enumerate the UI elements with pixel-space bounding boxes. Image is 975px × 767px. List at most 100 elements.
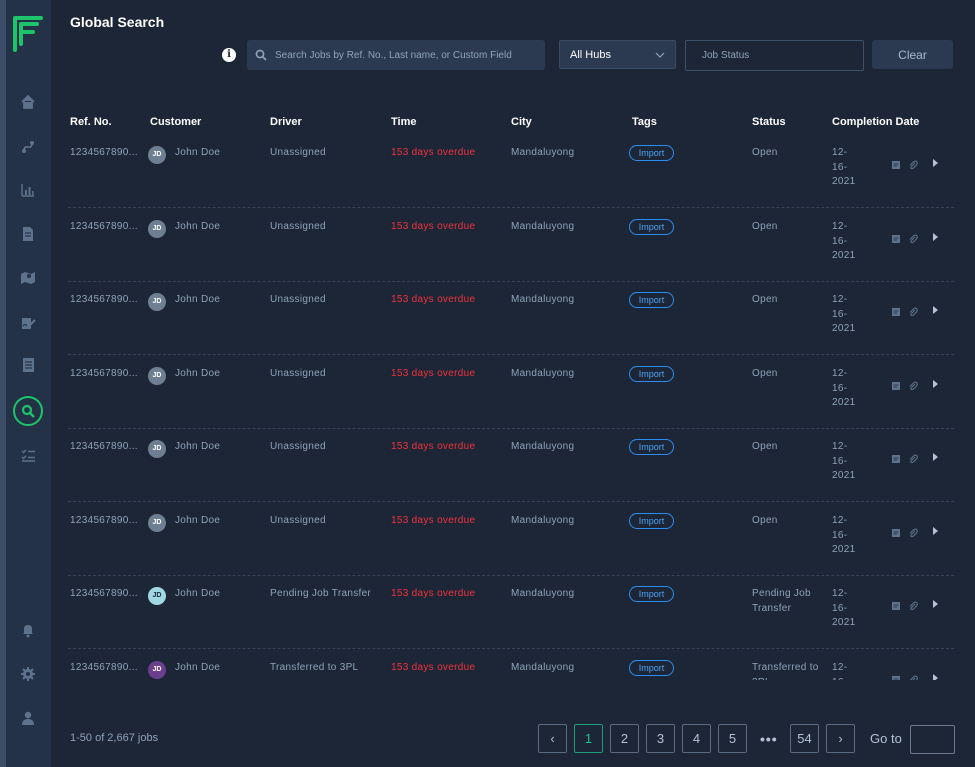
play-icon[interactable] bbox=[930, 232, 940, 242]
document-icon[interactable] bbox=[18, 224, 38, 244]
driver-cell: Pending Job Transfer bbox=[270, 588, 372, 599]
page-2-button[interactable]: 2 bbox=[610, 724, 639, 753]
results-count: 1-50 of 2,667 jobs bbox=[70, 732, 159, 744]
hubs-select-value: All Hubs bbox=[570, 48, 611, 61]
column-header-status[interactable]: Status bbox=[752, 116, 786, 128]
tag-badge[interactable]: Import bbox=[629, 145, 674, 161]
table-row[interactable]: 1234567890... JD John Doe Unassigned 153 day… bbox=[68, 209, 954, 282]
column-header-time[interactable]: Time bbox=[391, 116, 416, 128]
list-document-icon[interactable] bbox=[18, 355, 38, 375]
table-row[interactable]: 1234567890... JD John Doe Transferred to 3P… bbox=[68, 650, 954, 680]
column-header-driver[interactable]: Driver bbox=[270, 116, 302, 128]
table-row[interactable]: 1234567890... JD John Doe Unassigned 153 day… bbox=[68, 503, 954, 576]
tag-badge[interactable]: Import bbox=[629, 513, 674, 529]
paperclip-icon[interactable] bbox=[908, 454, 918, 464]
tag-badge[interactable]: Import bbox=[629, 366, 674, 382]
ref-no-cell[interactable]: 1234567890... bbox=[70, 587, 138, 602]
tag-badge[interactable]: Import bbox=[629, 439, 674, 455]
status-cell: Transferred to 3PL bbox=[752, 662, 819, 680]
play-icon[interactable] bbox=[930, 305, 940, 315]
paperclip-icon[interactable] bbox=[908, 601, 918, 611]
date-part: 12- bbox=[832, 294, 848, 305]
play-icon[interactable] bbox=[930, 158, 940, 168]
gear-icon[interactable] bbox=[18, 664, 38, 684]
tag-badge[interactable]: Import bbox=[629, 292, 674, 308]
paperclip-icon[interactable] bbox=[908, 234, 918, 244]
search-input[interactable] bbox=[275, 49, 535, 61]
page-5-button[interactable]: 5 bbox=[718, 724, 747, 753]
bar-chart-icon[interactable] bbox=[18, 180, 38, 200]
note-icon[interactable] bbox=[891, 528, 901, 538]
note-icon[interactable] bbox=[891, 454, 901, 464]
paperclip-icon[interactable] bbox=[908, 675, 918, 680]
clear-button[interactable]: Clear bbox=[872, 40, 953, 69]
note-icon[interactable] bbox=[891, 675, 901, 680]
checklist-icon[interactable] bbox=[18, 445, 38, 465]
signature-icon[interactable] bbox=[18, 313, 38, 333]
column-header-city[interactable]: City bbox=[511, 116, 532, 128]
page-3-button[interactable]: 3 bbox=[646, 724, 675, 753]
paperclip-icon[interactable] bbox=[908, 160, 918, 170]
status-cell: Open bbox=[752, 221, 778, 232]
info-icon[interactable]: i bbox=[222, 48, 236, 62]
fleet-logo-icon[interactable] bbox=[11, 14, 47, 54]
column-header-tags[interactable]: Tags bbox=[632, 116, 657, 128]
paperclip-icon[interactable] bbox=[908, 307, 918, 317]
paperclip-icon[interactable] bbox=[908, 381, 918, 391]
table-row[interactable]: 1234567890... JD John Doe Unassigned 153 day… bbox=[68, 282, 954, 355]
table-row[interactable]: 1234567890... JD John Doe Pending Job Trans… bbox=[68, 576, 954, 649]
table-row[interactable]: 1234567890... JD John Doe Unassigned 153 day… bbox=[68, 429, 954, 502]
prev-page-button[interactable]: ‹ bbox=[538, 724, 567, 753]
hubs-select[interactable]: All Hubs bbox=[559, 40, 676, 69]
tag-badge[interactable]: Import bbox=[629, 586, 674, 602]
date-part: 12- bbox=[832, 221, 848, 232]
page-4-button[interactable]: 4 bbox=[682, 724, 711, 753]
job-status-input[interactable] bbox=[702, 50, 852, 61]
tag-badge[interactable]: Import bbox=[629, 660, 674, 676]
ref-no-cell[interactable]: 1234567890... bbox=[70, 440, 138, 455]
date-part: 16- bbox=[832, 161, 848, 173]
play-icon[interactable] bbox=[930, 526, 940, 536]
note-icon[interactable] bbox=[891, 160, 901, 170]
time-cell: 153 days overdue bbox=[391, 221, 476, 232]
ref-no-cell[interactable]: 1234567890... bbox=[70, 367, 138, 382]
route-icon[interactable] bbox=[18, 137, 38, 157]
user-icon[interactable] bbox=[18, 708, 38, 728]
customer-cell: John Doe bbox=[175, 147, 221, 158]
status-cell: Open bbox=[752, 294, 778, 305]
play-icon[interactable] bbox=[930, 379, 940, 389]
page-last-button[interactable]: 54 bbox=[790, 724, 819, 753]
play-icon[interactable] bbox=[930, 452, 940, 462]
note-icon[interactable] bbox=[891, 307, 901, 317]
column-header-completion-date[interactable]: Completion Date bbox=[832, 116, 919, 128]
ref-no-cell[interactable]: 1234567890... bbox=[70, 661, 138, 676]
date-part: 12- bbox=[832, 368, 848, 379]
tag-badge[interactable]: Import bbox=[629, 219, 674, 235]
ref-no-cell[interactable]: 1234567890... bbox=[70, 293, 138, 308]
next-page-button[interactable]: › bbox=[826, 724, 855, 753]
date-part: 12- bbox=[832, 515, 848, 526]
play-icon[interactable] bbox=[930, 599, 940, 609]
table-row[interactable]: 1234567890... JD John Doe Unassigned 153 day… bbox=[68, 356, 954, 429]
note-icon[interactable] bbox=[891, 381, 901, 391]
date-part: 16- bbox=[832, 308, 848, 320]
page-1-button[interactable]: 1 bbox=[574, 724, 603, 753]
status-cell: Open bbox=[752, 515, 778, 526]
ref-no-cell[interactable]: 1234567890... bbox=[70, 514, 138, 529]
map-icon[interactable] bbox=[18, 268, 38, 288]
search-icon[interactable] bbox=[13, 396, 43, 426]
play-icon[interactable] bbox=[930, 673, 940, 680]
column-header-customer[interactable]: Customer bbox=[150, 116, 201, 128]
ref-no-cell[interactable]: 1234567890... bbox=[70, 220, 138, 235]
column-header-ref[interactable]: Ref. No. bbox=[70, 116, 112, 128]
date-part: 12- bbox=[832, 588, 848, 599]
home-icon[interactable] bbox=[18, 92, 38, 112]
status-cell: Pending Job Transfer bbox=[752, 588, 811, 614]
paperclip-icon[interactable] bbox=[908, 528, 918, 538]
table-row[interactable]: 1234567890... JD John Doe Unassigned 153 day… bbox=[68, 135, 954, 208]
ref-no-cell[interactable]: 1234567890... bbox=[70, 146, 138, 161]
bell-icon[interactable] bbox=[18, 620, 38, 640]
note-icon[interactable] bbox=[891, 234, 901, 244]
note-icon[interactable] bbox=[891, 601, 901, 611]
goto-page-input[interactable] bbox=[910, 725, 955, 754]
